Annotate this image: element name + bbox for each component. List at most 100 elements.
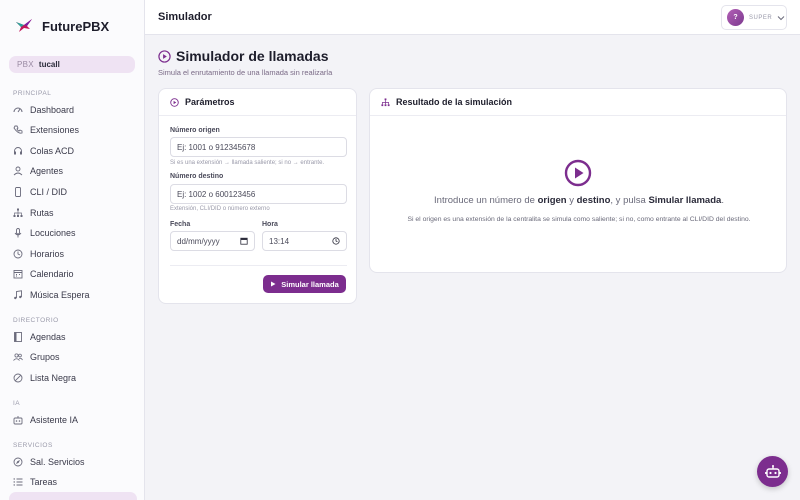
user-menu[interactable]: ? SUPER [721,5,787,30]
clock-icon [13,249,23,259]
calendar-icon [13,269,23,279]
page-title: Simulador de llamadas [158,48,332,64]
pbx-value: tucall [38,60,60,69]
users-icon [13,352,23,362]
sidebar-item-musica-espera[interactable]: Música Espera [13,288,90,302]
gauge-icon [13,105,23,115]
result-message-origen: origen [537,195,567,206]
fecha-input[interactable]: dd/mm/yyyy [170,231,255,251]
origen-label: Número origen [170,127,220,134]
destino-hint: Extensión, CLI/DID o número externo [170,206,270,212]
play-circle-icon [158,49,171,63]
list-icon [13,477,23,487]
simulate-call-button[interactable]: Simular llamada [263,275,346,293]
result-message-text: y [566,195,577,206]
sidebar-item-colas-acd[interactable]: Colas ACD [13,144,74,158]
hora-input[interactable]: 13:14 [262,231,347,251]
sidebar-item-rutas[interactable]: Rutas [13,206,54,220]
hora-value: 13:14 [269,236,290,246]
robot-icon [13,415,23,425]
result-note: Si el origen es una extensión de la cent… [407,216,751,223]
sidebar-item-label: Grupos [30,352,60,362]
sidebar-item-cli-did[interactable]: CLI / DID [13,185,67,199]
result-message-text: , y pulsa [610,195,649,206]
mic-icon [13,228,23,238]
compass-icon [13,457,23,467]
hummingbird-logo-icon [16,19,32,32]
sidebar-item-agendas[interactable]: Agendas [13,330,66,344]
sidebar-item-label: Agendas [30,332,66,342]
result-message-text: Introduce un número de [434,195,538,206]
fecha-label: Fecha [170,221,191,228]
result-card: Resultado de la simulación Introduce un … [369,88,787,273]
divider [170,265,347,266]
ban-icon [13,373,23,383]
topbar-title: Simulador [158,11,212,23]
headset-icon [13,146,23,156]
assistant-fab-button[interactable] [757,456,788,487]
play-circle-icon [170,97,179,107]
routes-icon [381,97,390,106]
sidebar-item-calendario[interactable]: Calendario [13,267,74,281]
result-card-header: Resultado de la simulación [370,89,786,116]
sidebar-item-dashboard[interactable]: Dashboard [13,103,74,117]
fecha-value: dd/mm/yyyy [177,236,220,246]
sidebar-item-label: Música Espera [30,290,90,300]
sidebar-item-label: Agentes [30,166,64,176]
destino-label: Número destino [170,173,224,180]
sidebar-item-grupos[interactable]: Grupos [13,350,60,364]
sidebar-item-agentes[interactable]: Agentes [13,164,63,178]
sidebar-item-label: Tareas [30,477,58,487]
page-title-text: Simulador de llamadas [176,48,329,64]
sidebar-item-label: CLI / DID [30,187,68,197]
sidebar-item-lista-negra[interactable]: Lista Negra [13,371,76,385]
hora-label: Hora [262,221,278,228]
destino-input[interactable]: Ej: 1002 o 600123456 [170,184,347,204]
origen-input[interactable]: Ej: 1001 o 912345678 [170,137,347,157]
clock-icon [332,237,340,245]
sidebar-item-label: Horarios [30,249,65,259]
play-circle-icon [564,159,592,187]
pbx-selector[interactable]: PBX tucall [9,56,135,73]
result-empty-message: Introduce un número de origen y destino,… [370,195,788,206]
result-message-text: . [721,195,724,206]
sidebar-item-label: Extensiones [30,125,80,135]
page-subtitle: Simula el enrutamiento de una llamada si… [158,68,333,77]
sidebar-item-locuciones[interactable]: Locuciones [13,226,76,240]
section-label-directorio: DIRECTORIO [13,317,59,324]
sidebar-item-horarios[interactable]: Horarios [13,247,64,261]
result-card-title: Resultado de la simulación [396,97,513,107]
sidebar-item-asistente-ia[interactable]: Asistente IA [13,413,78,427]
chevron-down-icon [777,15,785,20]
params-card: Parámetros Número origen Ej: 1001 o 9123… [158,88,357,304]
sidebar-item-label: Rutas [30,208,54,218]
origen-hint: Si es una extensión → llamada saliente; … [170,160,325,166]
sidebar-item-label: Colas ACD [30,146,75,156]
sidebar-item-tareas[interactable]: Tareas [13,475,57,489]
params-card-title: Parámetros [185,97,235,107]
calendar-icon [240,237,248,245]
sidebar-item-label: Dashboard [30,105,75,115]
sidebar-item-label: Asistente IA [30,415,79,425]
section-label-principal: PRINCIPAL [13,90,52,97]
section-label-servicios: SERVICIOS [13,442,53,449]
sidebar: FuturePBX PBX tucall PRINCIPAL Dashboard… [0,0,145,500]
sidebar-item-label: Locuciones [30,228,76,238]
page-header: Simulador de llamadas Simula el enrutami… [158,48,332,77]
result-message-destino: destino [576,195,611,206]
sidebar-item-active[interactable] [9,492,137,500]
topbar: Simulador ? SUPER [145,0,800,35]
brand[interactable]: FuturePBX [14,16,109,36]
result-message-action: Simular llamada [648,195,722,206]
avatar: ? [727,9,744,26]
sidebar-item-sal-servicios[interactable]: Sal. Servicios [13,455,85,469]
simulate-call-label: Simular llamada [281,279,339,289]
routes-icon [13,208,23,218]
pbx-key: PBX [17,60,34,69]
play-icon [271,281,276,287]
mobile-icon [13,187,23,197]
params-card-header: Parámetros [159,89,356,116]
robot-icon [764,464,781,478]
sidebar-item-extensiones[interactable]: Extensiones [13,123,79,137]
music-icon [13,290,23,300]
